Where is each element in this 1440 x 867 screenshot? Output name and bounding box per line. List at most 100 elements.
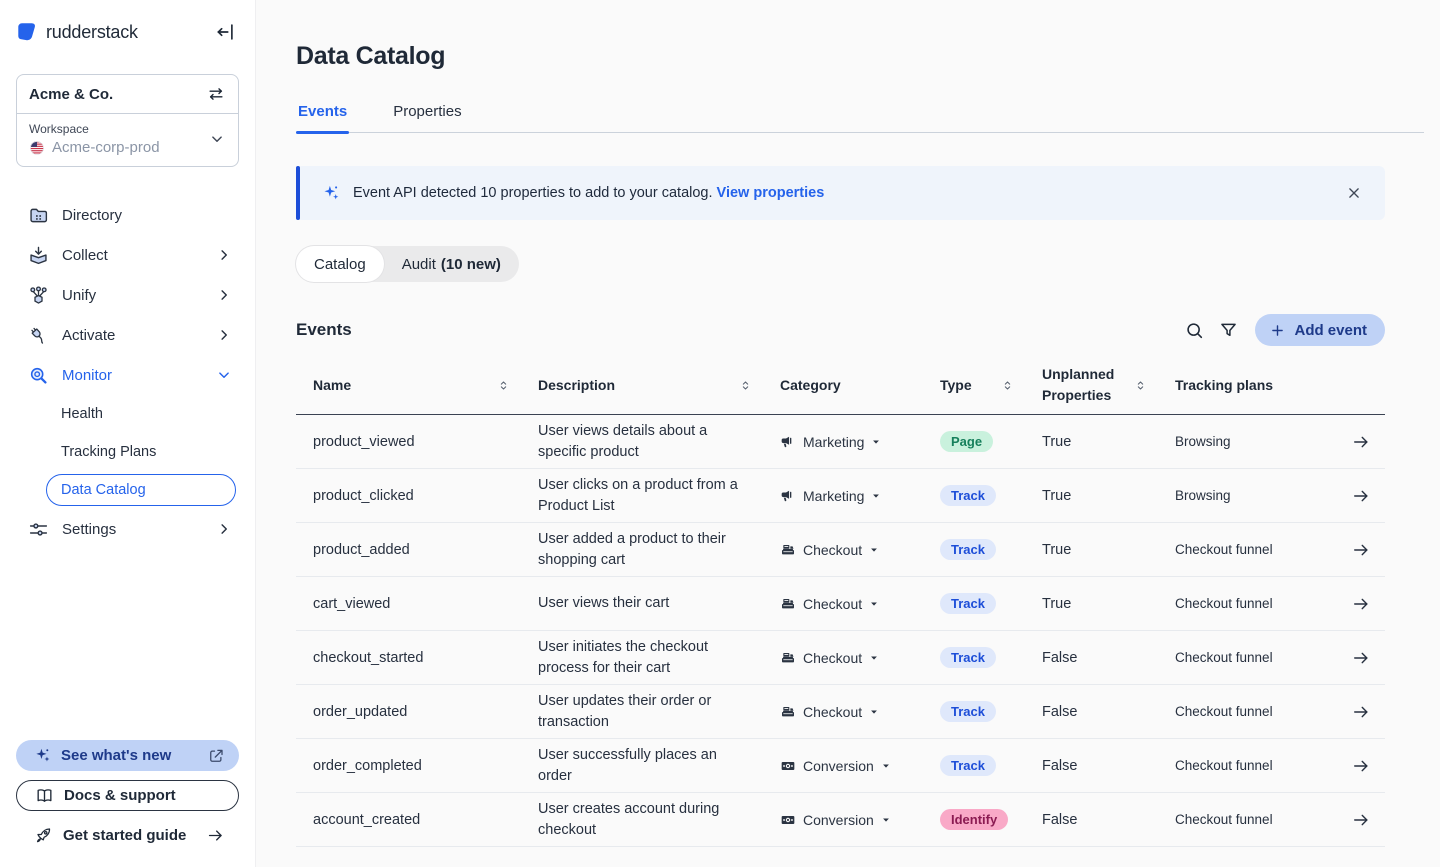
search-icon (1184, 320, 1205, 341)
whats-new-label: See what's new (61, 747, 197, 764)
tracking-plan: Browsing (1175, 488, 1330, 503)
sort-icon[interactable] (1001, 379, 1014, 392)
sidebar-item-settings[interactable]: Settings (16, 509, 239, 549)
category-label: Checkout (803, 704, 862, 720)
table-row[interactable]: account_created User creates account dur… (296, 793, 1385, 847)
sidebar-item-directory[interactable]: Directory (16, 195, 239, 235)
tracking-plan: Checkout funnel (1175, 542, 1330, 557)
category-label: Marketing (803, 434, 864, 450)
tab-events[interactable]: Events (296, 97, 349, 132)
sidebar-item-unify[interactable]: Unify (16, 275, 239, 315)
us-flag-icon (29, 140, 45, 156)
see-whats-new-button[interactable]: See what's new (16, 740, 239, 771)
arrow-right-icon (1351, 432, 1371, 452)
category-dropdown[interactable]: Marketing (780, 488, 940, 504)
filter-button[interactable] (1211, 313, 1245, 347)
tracking-plan: Checkout funnel (1175, 758, 1330, 773)
type-badge: Track (940, 593, 996, 614)
arrow-right-icon (1351, 540, 1371, 560)
type-badge: Track (940, 647, 996, 668)
event-name: order_updated (313, 704, 538, 720)
row-open-button[interactable] (1330, 756, 1385, 776)
workspace-selector[interactable]: Workspace Acme-corp-prod (17, 114, 238, 166)
category-dropdown[interactable]: Conversion (780, 758, 940, 774)
event-description: User views their cart (538, 593, 780, 614)
tab-properties[interactable]: Properties (391, 97, 463, 132)
toggle-catalog[interactable]: Catalog (296, 246, 384, 282)
chevron-down-icon[interactable] (208, 130, 226, 148)
events-section-title: Events (296, 320, 1177, 340)
row-open-button[interactable] (1330, 540, 1385, 560)
caret-down-icon (869, 599, 879, 609)
get-started-guide-button[interactable]: Get started guide (16, 820, 239, 851)
event-name: account_created (313, 812, 538, 828)
box-icon (28, 245, 49, 266)
table-row[interactable]: cart_viewed User views their cart Checko… (296, 577, 1385, 631)
sidebar-subitem-tracking-plans[interactable]: Tracking Plans (16, 433, 239, 471)
sort-icon[interactable] (497, 379, 510, 392)
row-open-button[interactable] (1330, 594, 1385, 614)
sidebar-item-collect[interactable]: Collect (16, 235, 239, 275)
type-badge: Track (940, 755, 996, 776)
category-dropdown[interactable]: Checkout (780, 650, 940, 666)
swap-org-icon[interactable] (206, 84, 226, 104)
docs-support-button[interactable]: Docs & support (16, 780, 239, 811)
category-dropdown[interactable]: Marketing (780, 434, 940, 450)
nodes-icon (28, 285, 49, 306)
sort-icon[interactable] (739, 379, 752, 392)
chevron-right-icon[interactable] (215, 246, 233, 264)
docs-support-label: Docs & support (64, 787, 224, 804)
banner-close-button[interactable] (1339, 178, 1369, 208)
sidebar-item-activate[interactable]: Activate (16, 315, 239, 355)
column-header-category: Category (780, 375, 940, 396)
chevron-right-icon[interactable] (215, 520, 233, 538)
column-header-name: Name (313, 375, 538, 396)
sidebar-subitem-health[interactable]: Health (16, 395, 239, 433)
unplanned-value: True (1042, 488, 1175, 504)
table-row[interactable]: checkout_started User initiates the chec… (296, 631, 1385, 685)
table-row[interactable]: order_updated User updates their order o… (296, 685, 1385, 739)
category-dropdown[interactable]: Conversion (780, 812, 940, 828)
table-row[interactable]: order_completed User successfully places… (296, 739, 1385, 793)
add-event-button[interactable]: Add event (1255, 314, 1385, 346)
tracking-plan: Browsing (1175, 434, 1330, 449)
sliders-icon (28, 519, 49, 540)
sidebar-subitem-data-catalog[interactable]: Data Catalog (16, 471, 239, 509)
row-open-button[interactable] (1330, 648, 1385, 668)
toggle-audit[interactable]: Audit (10 new) (384, 246, 519, 282)
table-row[interactable]: product_added User added a product to th… (296, 523, 1385, 577)
unplanned-value: False (1042, 650, 1175, 666)
category-dropdown[interactable]: Checkout (780, 542, 940, 558)
org-name: Acme & Co. (29, 86, 206, 103)
table-row[interactable]: product_viewed User views details about … (296, 415, 1385, 469)
book-icon (35, 786, 54, 805)
org-selector[interactable]: Acme & Co. (17, 75, 238, 114)
collapse-sidebar-button[interactable] (211, 18, 239, 46)
row-open-button[interactable] (1330, 810, 1385, 830)
caret-down-icon (871, 491, 881, 501)
chevron-right-icon[interactable] (215, 326, 233, 344)
event-description: User added a product to their shopping c… (538, 529, 780, 571)
event-name: product_viewed (313, 434, 538, 450)
category-label: Checkout (803, 650, 862, 666)
banner-message: Event API detected 10 properties to add … (353, 185, 1339, 201)
tracking-plan: Checkout funnel (1175, 812, 1330, 827)
get-started-label: Get started guide (63, 827, 196, 844)
sidebar-item-monitor[interactable]: Monitor (16, 355, 239, 395)
chevron-down-icon[interactable] (215, 366, 233, 384)
events-toolbar: Events Add event (296, 313, 1385, 347)
row-open-button[interactable] (1330, 486, 1385, 506)
category-dropdown[interactable]: Checkout (780, 704, 940, 720)
sort-icon[interactable] (1134, 379, 1147, 392)
view-properties-link[interactable]: View properties (717, 185, 825, 201)
arrow-right-icon (1351, 486, 1371, 506)
row-open-button[interactable] (1330, 432, 1385, 452)
type-badge: Page (940, 431, 993, 452)
table-row[interactable]: product_clicked User clicks on a product… (296, 469, 1385, 523)
row-open-button[interactable] (1330, 702, 1385, 722)
chevron-right-icon[interactable] (215, 286, 233, 304)
type-badge: Track (940, 485, 996, 506)
category-label: Marketing (803, 488, 864, 504)
category-dropdown[interactable]: Checkout (780, 596, 940, 612)
search-button[interactable] (1177, 313, 1211, 347)
